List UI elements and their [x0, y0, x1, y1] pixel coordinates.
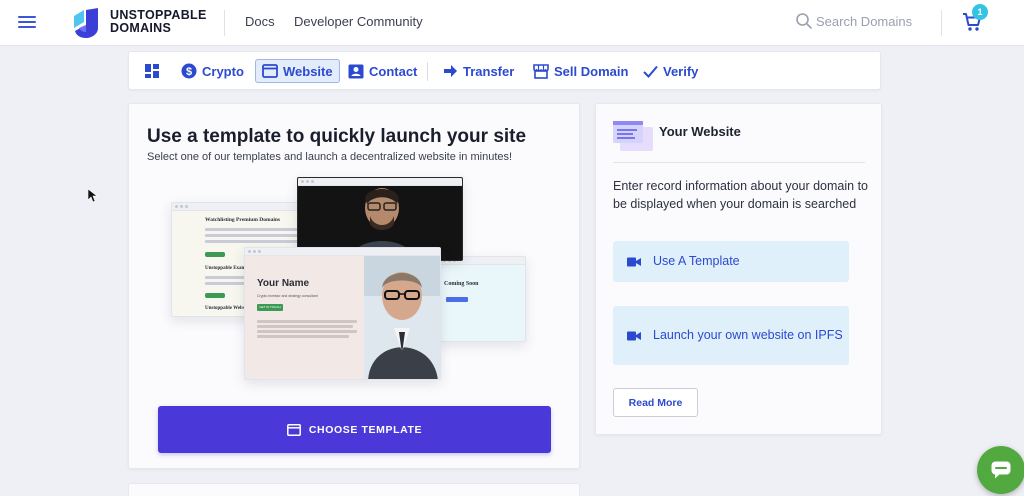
portrait-man-glasses-image — [364, 256, 440, 379]
website-illustration-icon — [613, 121, 653, 151]
top-header: UNSTOPPABLE DOMAINS Docs Developer Commu… — [0, 0, 1024, 46]
cart-count-badge: 1 — [972, 4, 988, 20]
tab-verify-label: Verify — [663, 63, 699, 79]
dashboard-icon — [145, 64, 159, 78]
tab-crypto-label: Crypto — [202, 63, 244, 79]
search-domains-input[interactable] — [816, 10, 928, 32]
template2-button: GET IN TOUCH — [257, 304, 283, 311]
your-website-description: Enter record information about your doma… — [613, 179, 868, 211]
nav-developer-community-link[interactable]: Developer Community — [294, 14, 423, 29]
header-divider — [224, 10, 225, 36]
tab-sell-domain[interactable]: Sell Domain — [527, 59, 634, 83]
tab-contact[interactable]: Contact — [342, 59, 423, 83]
your-website-title: Your Website — [659, 124, 741, 139]
hamburger-menu-icon[interactable] — [18, 13, 36, 31]
tab-contact-label: Contact — [369, 63, 418, 79]
tab-transfer[interactable]: Transfer — [437, 59, 520, 83]
domain-toolbar: $ Crypto Website Contact Transfer Sell D… — [128, 51, 881, 90]
tab-dashboard[interactable] — [138, 59, 166, 83]
template1-heading-2: Unstoppable Exam — [205, 266, 246, 271]
video-camera-icon — [627, 331, 641, 340]
tab-website-label: Website — [283, 63, 333, 79]
tab-transfer-label: Transfer — [463, 63, 515, 79]
contact-card-icon — [348, 64, 364, 78]
search-icon[interactable] — [795, 12, 813, 30]
template3-heading: Coming Soon — [444, 281, 479, 287]
choose-template-label: CHOOSE TEMPLATE — [308, 423, 423, 436]
template2-heading: Your Name — [257, 278, 310, 289]
unstoppable-logo-icon[interactable] — [72, 8, 100, 38]
video-camera-icon — [627, 257, 641, 266]
use-template-label: Use A Template — [653, 254, 740, 268]
template1-heading-3: Unstoppable Webs — [205, 306, 245, 311]
template-card: Use a template to quickly launch your si… — [128, 103, 580, 469]
svg-text:$: $ — [186, 66, 192, 78]
live-chat-button[interactable] — [977, 446, 1024, 494]
template-preview-illustration: Watchlisting Premium Domains Unstoppable… — [129, 104, 581, 404]
mouse-cursor-icon — [88, 189, 98, 203]
arrow-right-icon — [444, 65, 457, 77]
brand-line-2: DOMAINS — [110, 21, 172, 35]
toolbar-divider — [427, 62, 428, 81]
use-template-option[interactable]: Use A Template — [613, 241, 849, 282]
launch-ipfs-label: Launch your own website on IPFS — [653, 328, 843, 342]
template1-heading: Watchlisting Premium Domains — [205, 217, 281, 223]
tab-website[interactable]: Website — [255, 59, 340, 83]
checkmark-icon — [643, 65, 658, 78]
launch-ipfs-option[interactable]: Launch your own website on IPFS — [613, 306, 849, 365]
tab-sell-domain-label: Sell Domain — [554, 63, 629, 79]
choose-template-button[interactable]: CHOOSE TEMPLATE — [158, 406, 551, 453]
brand-name[interactable]: UNSTOPPABLE DOMAINS — [110, 9, 207, 35]
browser-window-icon — [262, 64, 278, 78]
tab-verify[interactable]: Verify — [637, 59, 704, 83]
card-divider — [613, 162, 865, 163]
next-card-peek — [128, 483, 580, 496]
template-preview-your-name: Your Name Crypto investor and strategy c… — [244, 247, 441, 380]
nav-docs-link[interactable]: Docs — [245, 14, 275, 29]
tab-crypto[interactable]: $ Crypto — [175, 59, 250, 83]
header-divider-right — [941, 10, 942, 36]
template2-caption: Crypto investor and strategy consultant — [257, 294, 318, 298]
browser-window-icon — [286, 423, 301, 436]
dollar-circle-icon: $ — [181, 63, 197, 79]
your-website-card: Your Website Enter record information ab… — [595, 103, 882, 435]
chat-bubble-icon — [991, 461, 1011, 479]
template-preview-coming-soon: Coming Soon — [439, 256, 526, 342]
storefront-icon — [533, 63, 549, 79]
read-more-button[interactable]: Read More — [613, 388, 698, 417]
